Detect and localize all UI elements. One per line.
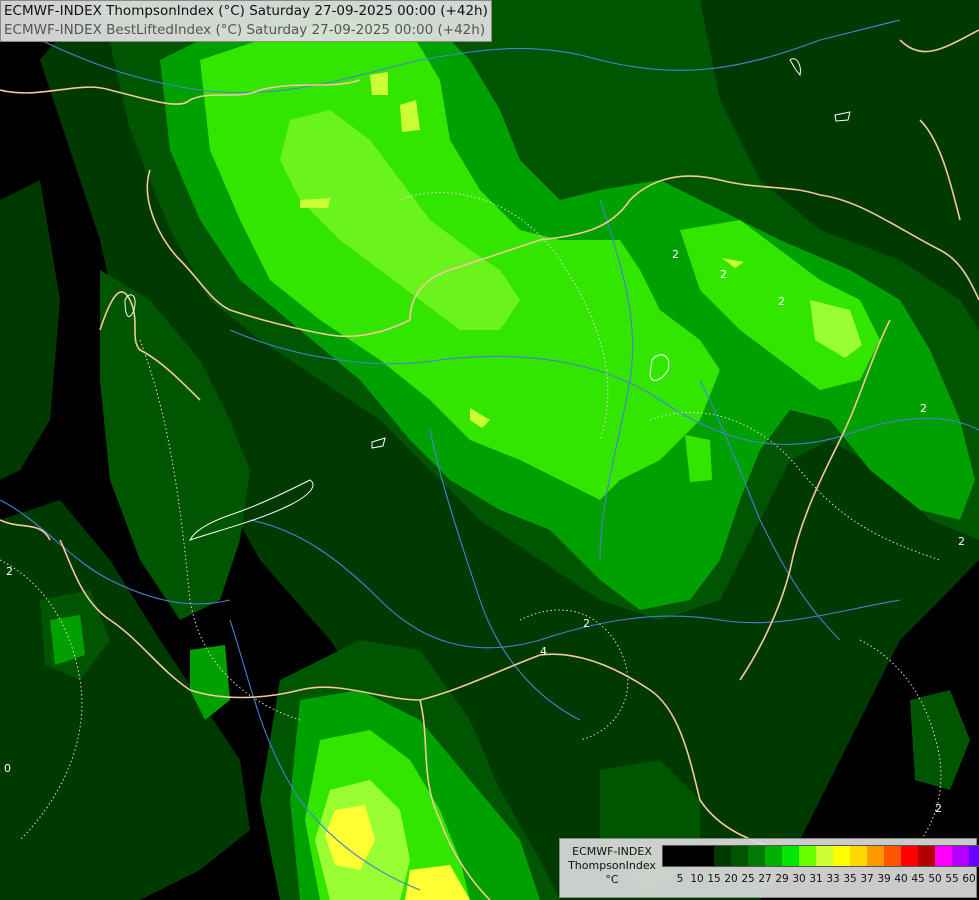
- legend-swatch: [697, 846, 714, 866]
- legend-unit: °C: [605, 873, 619, 886]
- legend-swatch: [680, 846, 697, 866]
- legend-tick-label: 30: [792, 873, 806, 885]
- legend-tick-label: 15: [707, 873, 721, 885]
- contour-label: 2: [958, 535, 965, 548]
- legend-swatch: [867, 846, 884, 866]
- legend-tick-label: 35: [843, 873, 857, 885]
- legend-swatch: [918, 846, 935, 866]
- legend-parameter: ThompsonIndex: [568, 859, 656, 872]
- legend-swatch: [765, 846, 782, 866]
- legend-swatch: [901, 846, 918, 866]
- legend-swatch: [935, 846, 952, 866]
- legend-tick-label: 20: [724, 873, 738, 885]
- legend-tick-label: 25: [741, 873, 755, 885]
- legend-tick-label: 10: [690, 873, 704, 885]
- contour-label: 2: [6, 565, 13, 578]
- legend-swatches: [662, 845, 979, 867]
- map-title-primary: ECMWF-INDEX ThompsonIndex (°C) Saturday …: [4, 3, 488, 19]
- legend-swatch: [850, 846, 867, 866]
- legend-swatch: [799, 846, 816, 866]
- legend-label: ECMWF-INDEX ThompsonIndex °C: [564, 845, 660, 887]
- legend-swatch: [731, 846, 748, 866]
- legend-swatch: [884, 846, 901, 866]
- weather-map: 2 2 2 2 2 2 2 2 4 0: [0, 0, 979, 900]
- legend-tick-label: 27: [758, 873, 772, 885]
- legend-tick-label: 55: [945, 873, 959, 885]
- legend-model: ECMWF-INDEX: [572, 845, 652, 858]
- contour-label: 0: [4, 762, 11, 775]
- legend-swatch: [816, 846, 833, 866]
- legend-swatch: [969, 846, 979, 866]
- contour-label: 2: [672, 248, 679, 261]
- legend-tick-label: 37: [860, 873, 874, 885]
- contour-label: 2: [778, 295, 785, 308]
- legend-swatch: [714, 846, 731, 866]
- legend-tick-label: 50: [928, 873, 942, 885]
- contour-label: 2: [720, 268, 727, 281]
- map-title-box: ECMWF-INDEX ThompsonIndex (°C) Saturday …: [0, 0, 492, 42]
- legend-tick-label: 29: [775, 873, 789, 885]
- contour-label: 2: [583, 617, 590, 630]
- contour-label: 4: [540, 645, 547, 658]
- legend-swatch: [748, 846, 765, 866]
- legend-tick-label: 45: [911, 873, 925, 885]
- contour-label: 2: [920, 402, 927, 415]
- legend-tick-label: 33: [826, 873, 840, 885]
- legend-tick-label: 60: [962, 873, 976, 885]
- color-legend: ECMWF-INDEX ThompsonIndex °C 5 10 15 20 25 27…: [559, 838, 979, 898]
- legend-swatch: [782, 846, 799, 866]
- contour-label: 2: [935, 802, 942, 815]
- legend-tick-label: 31: [809, 873, 823, 885]
- legend-swatch: [833, 846, 850, 866]
- map-title-secondary: ECMWF-INDEX BestLiftedIndex (°C) Saturda…: [4, 22, 486, 38]
- legend-swatch: [952, 846, 969, 866]
- legend-tick-label: 40: [894, 873, 908, 885]
- legend-tick-label: 39: [877, 873, 891, 885]
- legend-tick-label: 5: [676, 873, 684, 885]
- legend-swatch: [663, 846, 680, 866]
